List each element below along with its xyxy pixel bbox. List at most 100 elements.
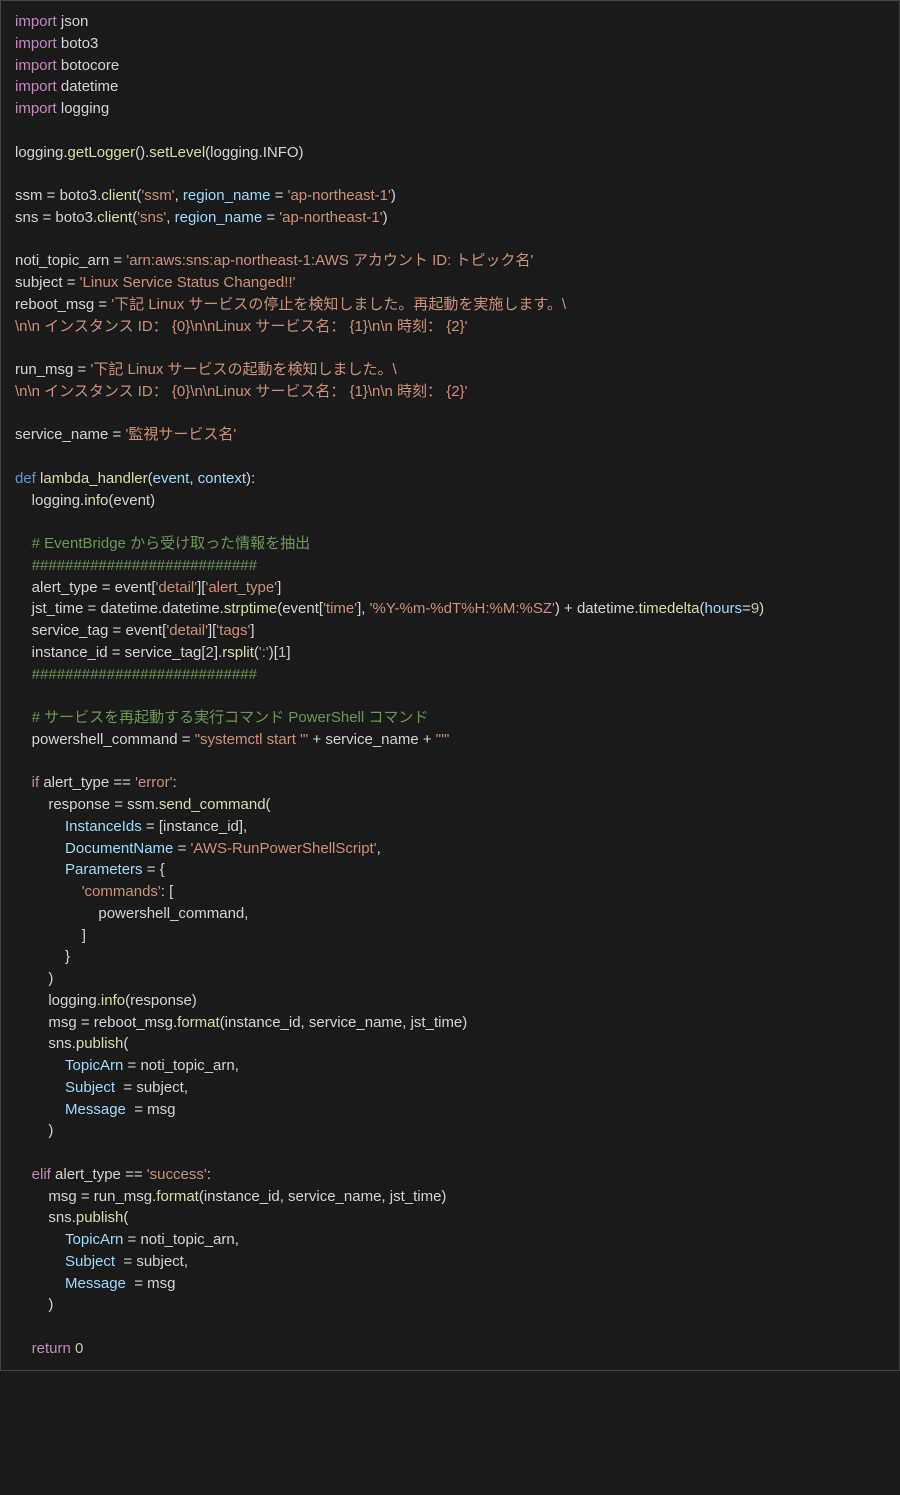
token-mod: response = ssm. [15, 796, 159, 813]
token-kw: import [15, 35, 57, 52]
token-kw: import [15, 57, 57, 74]
token-num: 0 [75, 1340, 83, 1357]
token-mod [15, 535, 32, 552]
token-mod: noti_topic_arn = [15, 252, 126, 269]
token-mod: service_tag = event[ [15, 622, 166, 639]
token-var: hours [705, 600, 743, 617]
token-mod: : [172, 774, 176, 791]
token-mod: jst_time = datetime.datetime. [15, 600, 224, 617]
token-var: Subject [65, 1079, 115, 1096]
token-mod: ( [123, 1035, 128, 1052]
token-fn: publish [76, 1209, 124, 1226]
token-fn: setLevel [149, 144, 205, 161]
token-mod: alert_type == [51, 1166, 147, 1183]
token-mod: alert_type == [39, 774, 135, 791]
token-cmt: # サービスを再起動する実行コマンド PowerShell コマンド [32, 709, 429, 726]
token-mod: ) [383, 209, 388, 226]
token-mod: (event) [108, 492, 155, 509]
token-str: 'detail' [156, 579, 198, 596]
token-mod: ] [286, 644, 290, 661]
token-mod: reboot_msg = [15, 296, 111, 313]
token-mod: logging. [15, 144, 68, 161]
token-mod: sns. [15, 1209, 76, 1226]
token-mod: ], [357, 600, 370, 617]
token-mod: : [ [161, 883, 174, 900]
token-mod: + service_name + [308, 731, 436, 748]
token-mod: ] [250, 622, 254, 639]
token-str: 'error' [135, 774, 172, 791]
token-fn: client [101, 187, 136, 204]
token-num: 2 [206, 644, 214, 661]
token-mod: ) [391, 187, 396, 204]
python-source: import json import boto3 import botocore… [15, 11, 885, 1360]
token-mod: botocore [57, 57, 120, 74]
token-mod: (). [135, 144, 149, 161]
token-mod: (response) [125, 992, 197, 1009]
token-mod [15, 557, 32, 574]
token-mod: ) [15, 970, 53, 987]
token-mod: = subject, [115, 1253, 188, 1270]
token-fn: client [97, 209, 132, 226]
token-str: 'tags' [216, 622, 250, 639]
code-block: import json import boto3 import botocore… [0, 0, 900, 1371]
token-str: 'arn:aws:sns:ap-northeast-1:AWS アカウント ID… [126, 252, 533, 269]
token-mod [15, 1253, 65, 1270]
token-mod [15, 1340, 32, 1357]
token-mod: (instance_id, service_name, jst_time) [199, 1188, 447, 1205]
token-mod: msg = reboot_msg. [15, 1014, 177, 1031]
token-str: 'alert_type' [205, 579, 277, 596]
token-str: 'AWS-RunPowerShellScript' [191, 840, 377, 857]
token-cmt: ########################### [32, 666, 257, 683]
token-mod: = [173, 840, 190, 857]
token-mod: ) [15, 1122, 53, 1139]
token-mod: = [262, 209, 279, 226]
token-kw: return [32, 1340, 71, 1357]
token-mod: ( [266, 796, 271, 813]
token-num: 9 [751, 600, 759, 617]
token-str: 'sns' [137, 209, 166, 226]
token-mod: alert_type = event[ [15, 579, 156, 596]
token-var: Subject [65, 1253, 115, 1270]
token-mod: ) [759, 600, 764, 617]
token-str: 'commands' [82, 883, 161, 900]
token-str: ':' [259, 644, 269, 661]
token-mod: ) [15, 1296, 53, 1313]
token-var: TopicArn [65, 1057, 123, 1074]
token-var: context [198, 470, 246, 487]
token-mod: ]. [214, 644, 222, 661]
token-fn: info [101, 992, 125, 1009]
token-mod: = [270, 187, 287, 204]
token-mod: subject = [15, 274, 80, 291]
token-mod: json [57, 13, 89, 30]
token-mod: boto3 [57, 35, 99, 52]
token-mod: } [15, 948, 70, 965]
token-mod: = msg [126, 1275, 176, 1292]
token-str: '監視サービス名' [125, 426, 236, 443]
token-kw: import [15, 100, 57, 117]
token-mod: logging [57, 100, 110, 117]
token-mod: ssm = boto3. [15, 187, 101, 204]
token-mod: logging. [15, 492, 84, 509]
token-mod: = msg [126, 1101, 176, 1118]
token-mod: ] [277, 579, 281, 596]
token-kw: elif [32, 1166, 51, 1183]
token-mod [15, 666, 32, 683]
token-mod: = noti_topic_arn, [123, 1057, 239, 1074]
token-mod: sns = boto3. [15, 209, 97, 226]
token-mod: powershell_command, [15, 905, 248, 922]
token-mod: ] [15, 927, 86, 944]
token-mod [15, 818, 65, 835]
token-mod: = { [143, 861, 165, 878]
token-str: "systemctl start '" [195, 731, 309, 748]
token-mod: = [742, 600, 751, 617]
token-mod: = [instance_id], [142, 818, 247, 835]
token-mod [15, 1166, 32, 1183]
token-fn: info [84, 492, 108, 509]
token-fn: send_command [159, 796, 266, 813]
token-cmt: # EventBridge から受け取った情報を抽出 [32, 535, 310, 552]
token-mod [15, 709, 32, 726]
token-mod: ): [246, 470, 255, 487]
token-var: Parameters [65, 861, 143, 878]
token-fn: format [177, 1014, 220, 1031]
token-str: 'time' [323, 600, 357, 617]
